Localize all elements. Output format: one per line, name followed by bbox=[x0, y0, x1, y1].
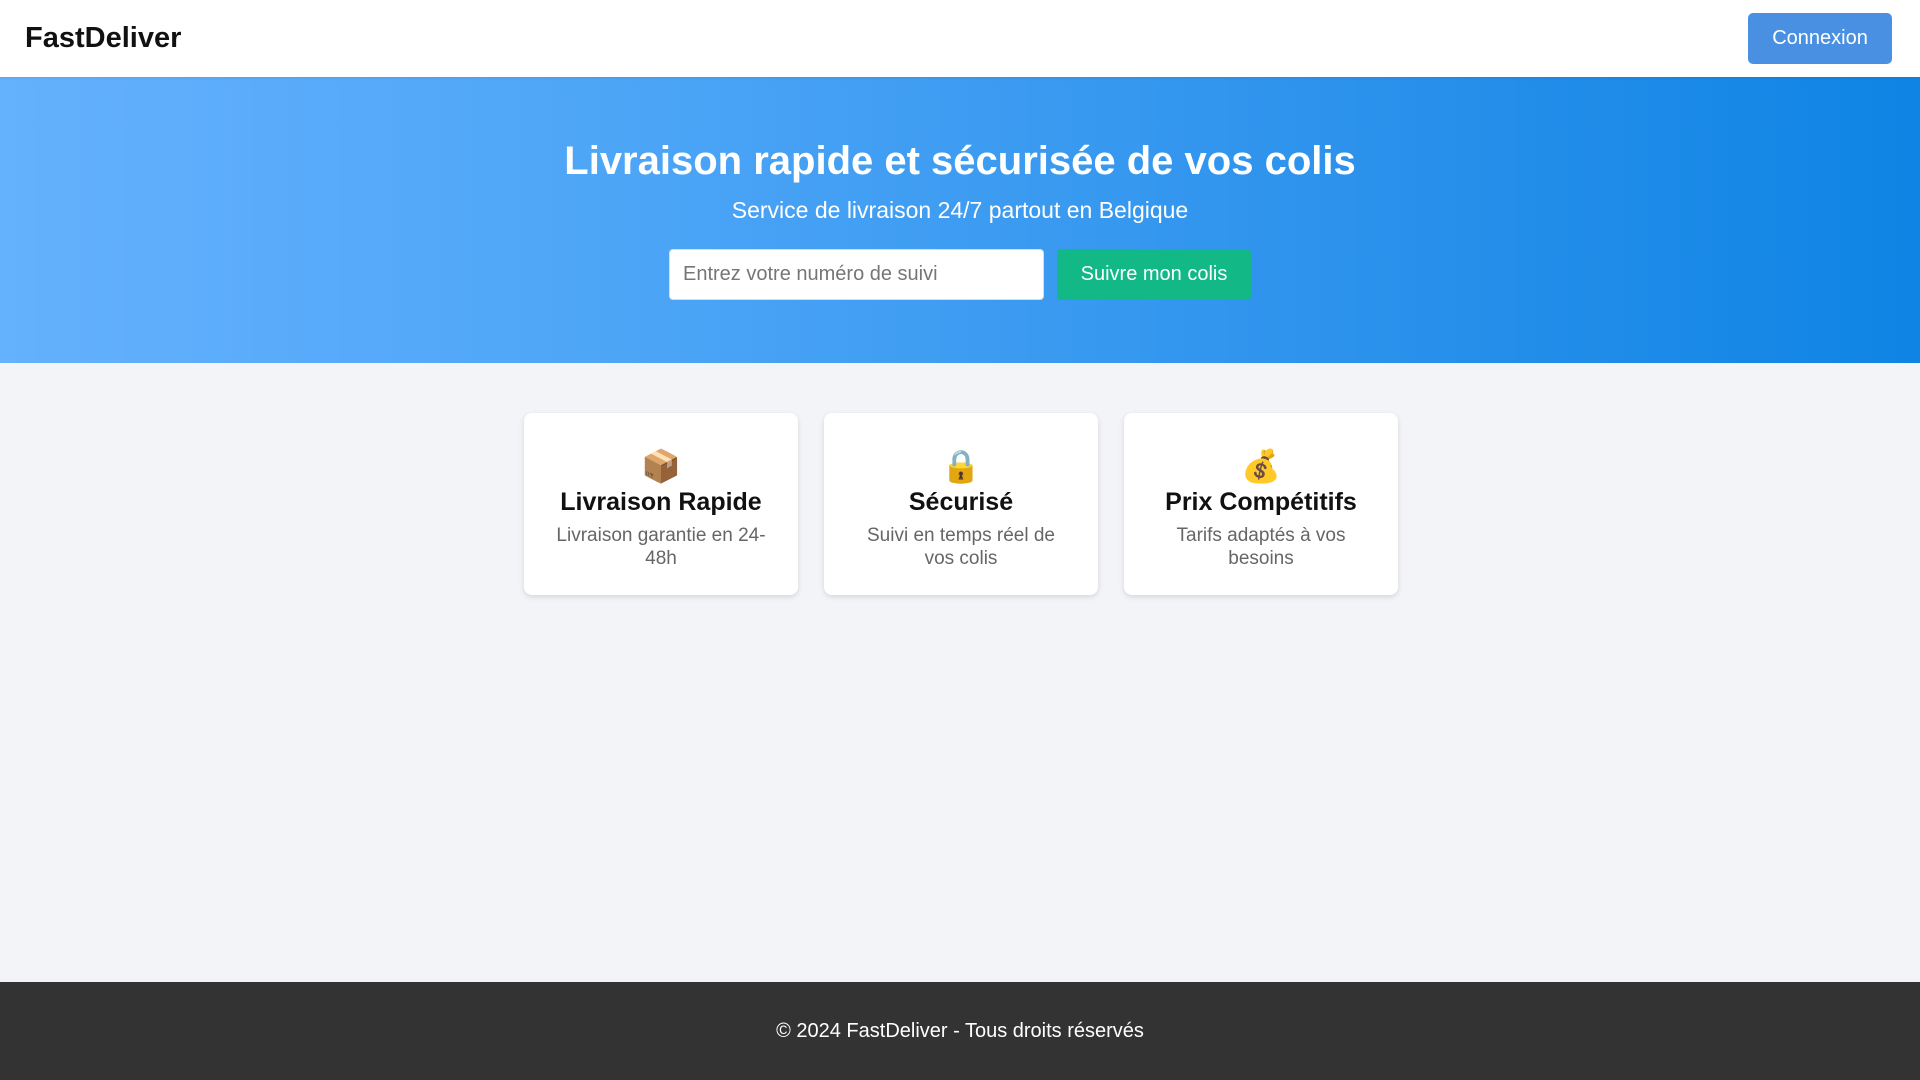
tracking-number-input[interactable] bbox=[669, 249, 1044, 300]
page: FastDeliver Connexion Livraison rapide e… bbox=[0, 0, 1920, 1080]
copyright-text: © 2024 FastDeliver - Tous droits réservé… bbox=[776, 1019, 1144, 1042]
money-bag-icon: 💰 bbox=[1241, 448, 1281, 484]
feature-card-secure: 🔒 Sécurisé Suivi en temps réel de vos co… bbox=[824, 413, 1098, 595]
feature-title: Sécurisé bbox=[908, 488, 1014, 516]
page-footer: © 2024 FastDeliver - Tous droits réservé… bbox=[0, 982, 1920, 1080]
lock-icon: 🔒 bbox=[941, 448, 981, 484]
hero-subtitle: Service de livraison 24/7 partout en Bel… bbox=[731, 197, 1189, 223]
login-button[interactable]: Connexion bbox=[1748, 13, 1892, 64]
feature-description: Tarifs adaptés à vos besoins bbox=[1176, 525, 1346, 569]
package-icon: 📦 bbox=[641, 448, 681, 484]
feature-title: Livraison Rapide bbox=[560, 488, 762, 516]
brand-logo[interactable]: FastDeliver bbox=[25, 22, 181, 55]
hero-banner: Livraison rapide et sécurisée de vos col… bbox=[0, 77, 1920, 363]
hero-title: Livraison rapide et sécurisée de vos col… bbox=[564, 139, 1356, 183]
feature-description: Suivi en temps réel de vos colis bbox=[867, 525, 1055, 569]
top-navbar: FastDeliver Connexion bbox=[0, 0, 1920, 77]
feature-card-prices: 💰 Prix Compétitifs Tarifs adaptés à vos … bbox=[1124, 413, 1398, 595]
features-section: 📦 Livraison Rapide Livraison garantie en… bbox=[524, 413, 1398, 595]
feature-description: Livraison garantie en 24-48h bbox=[556, 525, 766, 569]
feature-title: Prix Compétitifs bbox=[1165, 488, 1357, 516]
track-package-button[interactable]: Suivre mon colis bbox=[1057, 249, 1251, 300]
tracking-form: Suivre mon colis bbox=[669, 249, 1251, 300]
feature-card-fast-delivery: 📦 Livraison Rapide Livraison garantie en… bbox=[524, 413, 798, 595]
